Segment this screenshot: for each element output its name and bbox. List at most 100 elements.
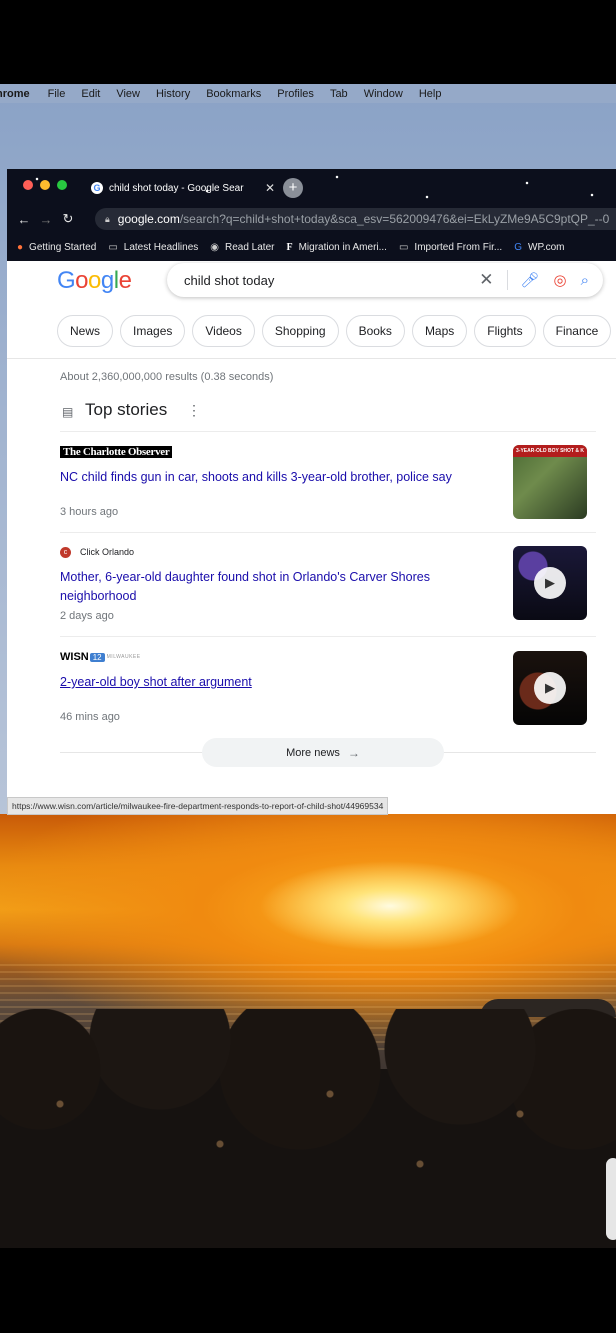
zoom-window-button[interactable] bbox=[57, 180, 67, 190]
bookmark-imported[interactable]: ▭ Imported From Fir... bbox=[399, 242, 502, 253]
folder-icon: ▭ bbox=[108, 241, 118, 253]
search-box[interactable]: child shot today ✕ 🎤︎ ◎ ⌕ bbox=[167, 263, 603, 297]
chip-finance[interactable]: Finance bbox=[542, 315, 612, 347]
clear-icon[interactable]: ✕ bbox=[479, 270, 493, 290]
bookmark-label: WP.com bbox=[528, 241, 565, 253]
forward-arrow-icon[interactable]: → bbox=[35, 212, 57, 227]
macos-menubar: nrome File Edit View History Bookmarks P… bbox=[0, 84, 616, 103]
tab-close-icon[interactable]: ✕ bbox=[265, 181, 275, 195]
story-thumbnail[interactable]: 3-YEAR-OLD BOY SHOT & K bbox=[513, 445, 587, 519]
menu-file[interactable]: File bbox=[48, 88, 66, 100]
minimize-window-button[interactable] bbox=[40, 180, 50, 190]
story-source-name: Click Orlando bbox=[80, 547, 135, 557]
story-time: 46 mins ago bbox=[60, 711, 120, 723]
google-favicon-icon: G bbox=[91, 182, 103, 194]
more-news-button[interactable]: More news → bbox=[202, 738, 444, 767]
new-tab-button[interactable]: + bbox=[283, 178, 303, 198]
click-orlando-logo-icon: c bbox=[60, 546, 71, 558]
side-scroll-handle[interactable] bbox=[606, 1158, 616, 1240]
bookmark-label: Read Later bbox=[225, 241, 275, 253]
story-thumbnail[interactable]: ▶ bbox=[513, 546, 587, 620]
story-card-2[interactable]: c Click Orlando Mother, 6-year-old daugh… bbox=[60, 544, 596, 636]
menu-edit[interactable]: Edit bbox=[81, 88, 100, 100]
bookmark-label: Imported From Fir... bbox=[414, 241, 503, 253]
microphone-icon[interactable]: 🎤︎ bbox=[520, 271, 539, 289]
menu-help[interactable]: Help bbox=[419, 88, 442, 100]
menu-view[interactable]: View bbox=[116, 88, 140, 100]
wp-icon: G bbox=[514, 241, 522, 253]
tab-strip: G child shot today - Google Sear ✕ + bbox=[7, 169, 616, 205]
f-icon: F bbox=[286, 241, 293, 253]
chip-books[interactable]: Books bbox=[345, 315, 405, 347]
menubar-app-name[interactable]: nrome bbox=[0, 88, 30, 100]
search-icon[interactable]: ⌕ bbox=[581, 272, 589, 289]
play-icon[interactable]: ▶ bbox=[534, 567, 566, 599]
wisn-city: MILWAUKEE bbox=[106, 654, 141, 660]
bookmark-read-later[interactable]: ◉ Read Later bbox=[210, 242, 274, 253]
bottom-black-band bbox=[0, 1248, 616, 1333]
story-time: 2 days ago bbox=[60, 610, 114, 622]
story-headline[interactable]: 2-year-old boy shot after argument bbox=[60, 673, 490, 692]
menu-profiles[interactable]: Profiles bbox=[277, 88, 314, 100]
story-thumbnail[interactable]: ▶ bbox=[513, 651, 587, 725]
search-input[interactable]: child shot today bbox=[184, 273, 479, 288]
back-arrow-icon[interactable]: ← bbox=[13, 212, 35, 227]
google-results-page: Google child shot today ✕ 🎤︎ ◎ ⌕ News Im… bbox=[7, 261, 616, 814]
story-card-3[interactable]: WISN 12 MILWAUKEE 2-year-old boy shot af… bbox=[60, 649, 596, 741]
bookmark-label: Migration in Ameri... bbox=[298, 241, 387, 253]
story-divider bbox=[60, 532, 596, 533]
arrow-right-icon: → bbox=[347, 745, 360, 760]
header-divider bbox=[7, 358, 616, 359]
desktop-wallpaper-sunset bbox=[0, 814, 616, 1248]
chip-news[interactable]: News bbox=[57, 315, 114, 347]
browser-window: G child shot today - Google Sear ✕ + ← →… bbox=[7, 169, 616, 814]
menu-history[interactable]: History bbox=[156, 88, 190, 100]
news-icon: ▤ bbox=[62, 405, 74, 419]
searchbox-divider bbox=[507, 270, 509, 290]
light-glints bbox=[0, 1024, 616, 1224]
story-divider bbox=[60, 636, 596, 637]
menu-tab[interactable]: Tab bbox=[330, 88, 348, 100]
more-news-label: More news bbox=[286, 746, 340, 759]
bookmark-label: Latest Headlines bbox=[123, 241, 199, 253]
menu-window[interactable]: Window bbox=[364, 88, 403, 100]
firefox-icon: ● bbox=[17, 241, 24, 253]
link-status-bar: https://www.wisn.com/article/milwaukee-f… bbox=[7, 797, 389, 815]
reload-icon[interactable]: ↻ bbox=[57, 211, 79, 227]
bookmark-label: Getting Started bbox=[29, 241, 97, 253]
read-later-icon: ◉ bbox=[210, 241, 219, 253]
bookmark-latest-headlines[interactable]: ▭ Latest Headlines bbox=[108, 242, 198, 253]
chip-images[interactable]: Images bbox=[120, 315, 186, 347]
bookmark-getting-started[interactable]: ● Getting Started bbox=[17, 242, 96, 253]
menu-bookmarks[interactable]: Bookmarks bbox=[206, 88, 261, 100]
folder-icon: ▭ bbox=[398, 241, 409, 253]
play-icon[interactable]: ▶ bbox=[534, 672, 566, 704]
url-path: /search?q=child+shot+today&sca_esv=56200… bbox=[179, 212, 610, 226]
search-filter-chips: News Images Videos Shopping Books Maps F… bbox=[57, 315, 616, 347]
more-options-icon[interactable]: ⋮ bbox=[187, 402, 201, 419]
thumbnail-banner: 3-YEAR-OLD BOY SHOT & K bbox=[513, 445, 587, 457]
result-stats: About 2,360,000,000 results (0.38 second… bbox=[60, 371, 274, 383]
bookmarks-bar: ● Getting Started ▭ Latest Headlines ◉ R… bbox=[7, 233, 616, 261]
wisn-channel-badge: 12 bbox=[89, 652, 105, 662]
chip-videos[interactable]: Videos bbox=[192, 315, 255, 347]
active-tab[interactable]: G child shot today - Google Sear ✕ bbox=[87, 175, 275, 201]
story-card-1[interactable]: The Charlotte Observer NC child finds gu… bbox=[60, 444, 596, 534]
story-headline[interactable]: NC child finds gun in car, shoots and ki… bbox=[60, 468, 490, 487]
lock-icon: 🔒︎ bbox=[105, 213, 110, 224]
lens-icon[interactable]: ◎ bbox=[554, 271, 567, 289]
bookmark-wp[interactable]: G WP.com bbox=[514, 242, 564, 253]
story-time: 3 hours ago bbox=[60, 506, 119, 518]
chip-flights[interactable]: Flights bbox=[474, 315, 536, 347]
tab-title: child shot today - Google Sear bbox=[109, 182, 244, 194]
chip-shopping[interactable]: Shopping bbox=[261, 315, 339, 347]
charlotte-observer-logo: The Charlotte Observer bbox=[60, 446, 173, 458]
chip-maps[interactable]: Maps bbox=[411, 315, 468, 347]
story-headline[interactable]: Mother, 6-year-old daughter found shot i… bbox=[60, 568, 490, 606]
close-window-button[interactable] bbox=[23, 180, 33, 190]
url-host: google.com bbox=[117, 212, 180, 226]
bookmark-migration[interactable]: F Migration in Ameri... bbox=[286, 242, 386, 253]
address-bar[interactable]: 🔒︎ google.com/search?q=child+shot+today&… bbox=[95, 208, 616, 230]
browser-toolbar: ← → ↻ 🔒︎ google.com/search?q=child+shot+… bbox=[7, 205, 616, 233]
google-logo[interactable]: Google bbox=[57, 267, 132, 295]
